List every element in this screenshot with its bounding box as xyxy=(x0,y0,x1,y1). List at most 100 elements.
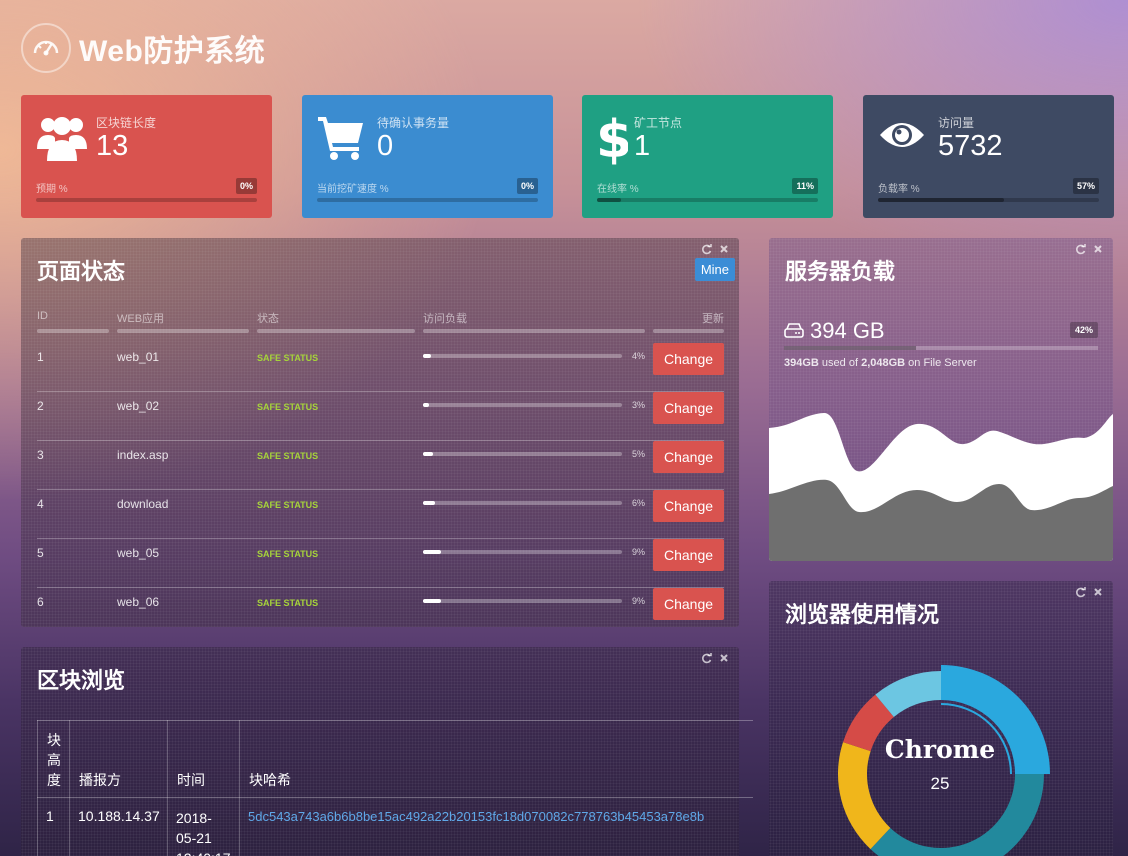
status-badge: SAFE STATUS xyxy=(257,402,319,412)
disk-percent-badge: 42% xyxy=(1069,322,1098,338)
stat-value: 1 xyxy=(634,130,651,162)
change-button[interactable]: Change xyxy=(653,588,724,620)
panel-title: 服务器负载 xyxy=(785,259,896,284)
column-header-id: ID xyxy=(37,310,48,322)
stat-card-miner-nodes: $ 矿工节点 1 在线率 % 11% xyxy=(582,95,833,218)
change-button[interactable]: Change xyxy=(653,392,724,424)
row-id: 5 xyxy=(37,546,44,560)
load-percent: 3% xyxy=(632,400,646,410)
load-percent: 5% xyxy=(632,449,646,459)
panel-tools xyxy=(701,244,729,255)
dashboard-gauge-icon xyxy=(21,23,71,73)
stat-value: 13 xyxy=(96,130,129,162)
load-bar xyxy=(423,501,622,505)
column-header-hash: 块哈希 xyxy=(239,720,753,856)
row-app: download xyxy=(117,497,169,511)
row-id: 4 xyxy=(37,497,44,511)
load-percent: 9% xyxy=(632,547,646,557)
block-browse-panel: 区块浏览 块高度 播报方 时间 块哈希 1 10.188.14.37 2018-… xyxy=(21,647,753,856)
app-header: Web防护系统 xyxy=(21,21,265,75)
svg-text:$: $ xyxy=(596,110,628,165)
header-divider xyxy=(117,329,249,333)
row-id: 3 xyxy=(37,448,44,462)
refresh-icon[interactable] xyxy=(701,244,712,255)
close-icon[interactable] xyxy=(719,653,729,663)
stat-percent-badge: 11% xyxy=(792,178,818,194)
stat-sub-label: 当前挖矿速度 % xyxy=(317,184,389,195)
stat-percent-badge: 0% xyxy=(235,178,257,194)
status-badge: SAFE STATUS xyxy=(257,451,319,461)
dollar-icon: $ xyxy=(596,109,632,170)
disk-usage-text: 394GB used of 2,048GB on File Server xyxy=(784,357,977,369)
app-title: Web防护系统 xyxy=(79,35,266,68)
column-header-status: 状态 xyxy=(257,313,279,325)
stat-label: 待确认事务量 xyxy=(377,116,450,130)
status-badge: SAFE STATUS xyxy=(257,598,319,608)
panel-title: 区块浏览 xyxy=(37,668,126,693)
row-app: web_01 xyxy=(117,350,160,364)
load-bar xyxy=(423,354,622,358)
eye-icon xyxy=(878,117,926,158)
stat-progress-bar xyxy=(317,198,538,202)
load-bar xyxy=(423,550,622,554)
stat-label: 访问量 xyxy=(938,116,975,130)
browser-donut-chart xyxy=(838,665,1050,856)
status-badge: SAFE STATUS xyxy=(257,500,319,510)
stat-label: 区块链长度 xyxy=(96,116,157,130)
row-app: index.asp xyxy=(117,448,169,462)
browser-usage-panel: 浏览器使用情况 Chrome 25 xyxy=(769,581,1113,856)
load-percent: 4% xyxy=(632,351,646,361)
header-divider xyxy=(257,329,415,333)
load-bar xyxy=(423,599,622,603)
donut-center-value: 25 xyxy=(930,774,950,793)
load-percent: 6% xyxy=(632,498,646,508)
row-app: web_02 xyxy=(117,399,160,413)
close-icon[interactable] xyxy=(719,244,729,254)
server-load-area-chart xyxy=(769,412,1113,561)
change-button[interactable]: Change xyxy=(653,539,724,571)
donut-center-label: Chrome xyxy=(884,735,996,764)
row-app: web_05 xyxy=(117,546,160,560)
stat-card-visits: 访问量 5732 负载率 % 57% xyxy=(863,95,1114,218)
stat-value: 0 xyxy=(377,130,394,162)
load-bar xyxy=(423,452,622,456)
row-id: 2 xyxy=(37,399,44,413)
change-button[interactable]: Change xyxy=(653,490,724,522)
block-hash-link[interactable]: 5dc543a743a6b6b8be15ac492a22b20153fc18d0… xyxy=(239,809,753,824)
column-header-app: WEB应用 xyxy=(117,313,165,325)
column-header-reporter: 播报方 xyxy=(69,720,167,856)
stat-card-pending-tx: 待确认事务量 0 当前挖矿速度 % 0% xyxy=(302,95,553,218)
table-row: 6 web_06 SAFE STATUS 9% Change xyxy=(37,588,724,627)
status-badge: SAFE STATUS xyxy=(257,549,319,559)
close-icon[interactable] xyxy=(1093,244,1103,254)
change-button[interactable]: Change xyxy=(653,441,724,473)
mine-button[interactable]: Mine xyxy=(694,258,735,281)
stat-label: 矿工节点 xyxy=(634,116,683,130)
stat-progress-bar xyxy=(878,198,1099,202)
header-divider xyxy=(37,329,109,333)
stat-sub-label: 负载率 % xyxy=(878,184,920,195)
refresh-icon[interactable] xyxy=(701,653,712,664)
panel-title: 页面状态 xyxy=(37,259,126,284)
row-id: 6 xyxy=(37,595,44,609)
row-app: web_06 xyxy=(117,595,160,609)
cart-icon xyxy=(317,113,365,166)
server-load-panel: 服务器负载 394 GB 42% 394GB used of 2,048GB o… xyxy=(769,238,1113,561)
disk-size: 394 GB xyxy=(810,318,885,343)
table-row: 1 web_01 SAFE STATUS 4% Change xyxy=(37,343,724,392)
hard-drive-icon xyxy=(784,323,804,338)
stat-percent-badge: 57% xyxy=(1072,178,1099,194)
stat-sub-label: 在线率 % xyxy=(597,184,639,195)
load-bar xyxy=(423,403,622,407)
stat-percent-badge: 0% xyxy=(516,178,538,194)
cell-reporter: 10.188.14.37 xyxy=(78,808,160,824)
load-percent: 9% xyxy=(632,596,646,606)
users-icon xyxy=(36,113,88,170)
change-button[interactable]: Change xyxy=(653,343,724,375)
stat-progress-bar xyxy=(597,198,818,202)
page-status-panel: 页面状态 Mine ID WEB应用 状态 访问负载 更新 1 web_01 S… xyxy=(21,238,739,627)
panel-tools xyxy=(701,653,729,664)
refresh-icon[interactable] xyxy=(1075,244,1086,255)
panel-tools xyxy=(1075,244,1103,255)
block-table: 块高度 播报方 时间 块哈希 1 10.188.14.37 2018-05-21… xyxy=(37,720,753,856)
